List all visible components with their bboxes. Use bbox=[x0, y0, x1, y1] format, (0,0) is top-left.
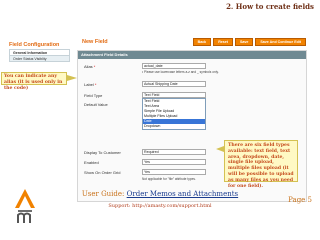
field-type-label: Field Type bbox=[84, 93, 103, 98]
default-value-label: Default Value bbox=[84, 102, 108, 107]
show-on-order-grid-label: Show On Order Grid bbox=[84, 170, 121, 175]
alias-callout: You can indicate any alias (it is used o… bbox=[1, 72, 67, 91]
enabled-label: Enabled bbox=[84, 160, 99, 165]
callout-left-arrow bbox=[67, 75, 77, 81]
tab-order-status-visibility[interactable]: Order Status Visiblity bbox=[9, 55, 70, 62]
field-types-callout: There are six field types available: tex… bbox=[224, 140, 298, 189]
field-type-dropdown-list: Text Field Text Area Simple File Upload … bbox=[142, 98, 206, 130]
display-to-customer-select[interactable]: Required bbox=[142, 149, 206, 155]
alias-note: • Please use lowercase letters a-z and _… bbox=[142, 70, 219, 74]
footer-guide-prefix: User Guide: bbox=[81, 190, 125, 198]
field-type-option[interactable]: Dropdown bbox=[143, 124, 205, 129]
form-title: New Field bbox=[82, 39, 108, 45]
label-input[interactable]: Actual Shipping Date bbox=[142, 81, 206, 87]
label-label: Label * bbox=[84, 82, 97, 87]
guide-title-link[interactable]: Order Memos and Attachments bbox=[127, 190, 239, 198]
page-heading: 2. How to create fields bbox=[226, 2, 314, 11]
reset-button[interactable]: Reset bbox=[213, 38, 233, 46]
show-on-order-grid-note: Not applicable for "file" attribute type… bbox=[142, 177, 196, 181]
alias-label: Alias * bbox=[84, 64, 96, 69]
footer-guide: User Guide: Order Memos and Attachments bbox=[0, 190, 320, 198]
alias-input[interactable]: actual_date bbox=[142, 63, 206, 69]
show-on-order-grid-select[interactable]: Yes bbox=[142, 169, 206, 175]
callout-right-arrow bbox=[216, 146, 224, 152]
save-and-continue-button[interactable]: Save And Continue Edit bbox=[255, 38, 306, 46]
support-link[interactable]: Support: http://amasty.com/support.html bbox=[0, 203, 320, 209]
back-button[interactable]: Back bbox=[192, 38, 212, 46]
page-number: Page 5 bbox=[288, 196, 312, 204]
save-button[interactable]: Save bbox=[234, 38, 254, 46]
display-to-customer-label: Display To Customer bbox=[84, 150, 121, 155]
toolbar: Back Reset Save Save And Continue Edit bbox=[192, 38, 306, 46]
sidebar: Field Configuration General Information … bbox=[9, 40, 70, 62]
enabled-select[interactable]: Yes bbox=[142, 159, 206, 165]
panel-header: Attachment Field Details bbox=[78, 51, 306, 59]
